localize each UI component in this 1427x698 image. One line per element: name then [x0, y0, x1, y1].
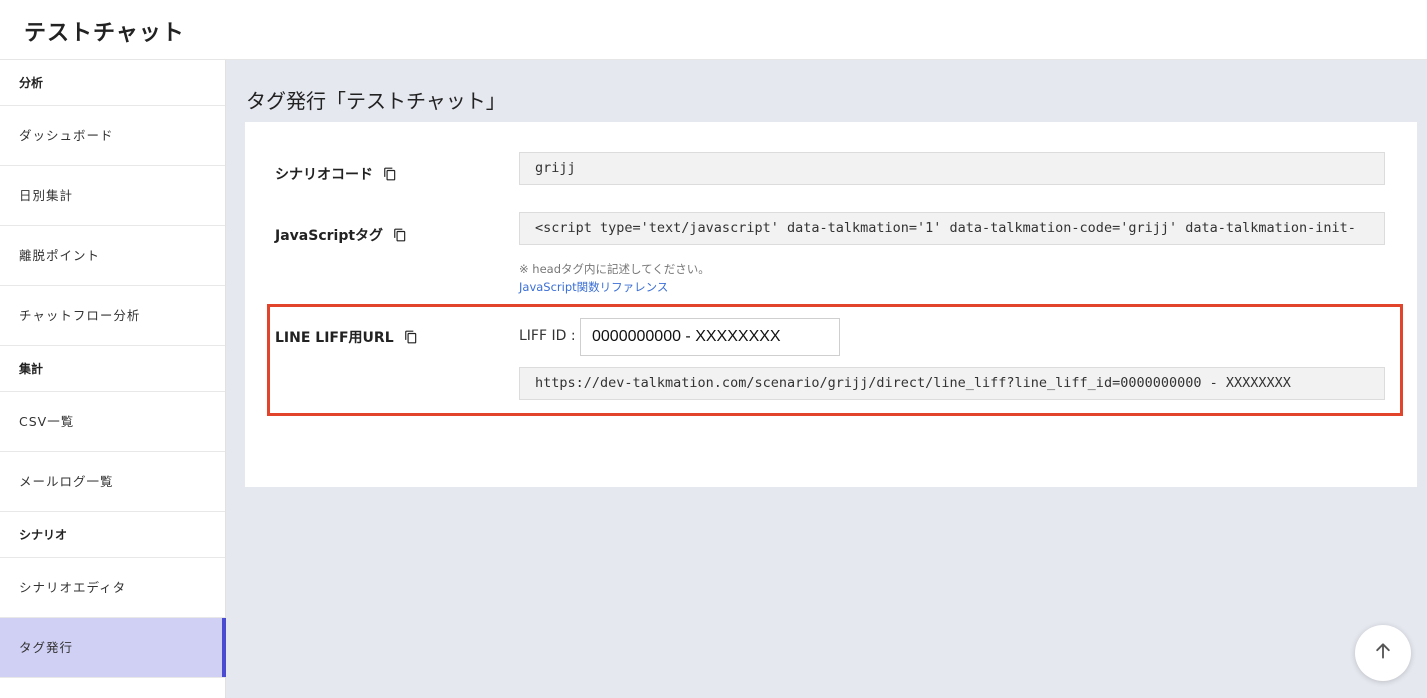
scenario-code-label: シナリオコード [275, 167, 373, 183]
copy-icon[interactable] [393, 228, 407, 242]
sidebar-item-mail-log-list[interactable]: メールログ一覧 [0, 452, 225, 512]
page-title: タグ発行「テストチャット」 [246, 89, 506, 113]
sidebar-section-aggregation: 集計 [0, 346, 225, 392]
scroll-to-top-button[interactable] [1355, 625, 1411, 681]
js-tag-field[interactable]: <script type='text/javascript' data-talk… [519, 212, 1385, 245]
js-tag-label: JavaScriptタグ [275, 228, 384, 244]
arrow-up-icon [1373, 641, 1393, 665]
scenario-code-row-label: シナリオコード [275, 164, 397, 184]
sidebar-section-analysis: 分析 [0, 60, 225, 106]
sidebar-item-dashboard[interactable]: ダッシュボード [0, 106, 225, 166]
sidebar-item-daily-summary[interactable]: 日別集計 [0, 166, 225, 226]
top-bar: テストチャット [0, 0, 1427, 60]
sidebar-section-scenario: シナリオ [0, 512, 225, 558]
app-title: テストチャット [24, 21, 185, 46]
sidebar: 分析 ダッシュボード 日別集計 離脱ポイント チャットフロー分析 集計 CSV一… [0, 60, 226, 698]
sidebar-item-chat-flow-analysis[interactable]: チャットフロー分析 [0, 286, 225, 346]
js-tag-row-label: JavaScriptタグ [275, 225, 407, 245]
sidebar-item-csv-list[interactable]: CSV一覧 [0, 392, 225, 452]
sidebar-item-scenario-editor[interactable]: シナリオエディタ [0, 558, 225, 618]
js-reference-link[interactable]: JavaScript関数リファレンス [519, 279, 668, 295]
copy-icon[interactable] [383, 167, 397, 181]
scenario-code-field[interactable]: grijj [519, 152, 1385, 185]
sidebar-item-tag-issue[interactable]: タグ発行 [0, 618, 226, 678]
sidebar-item-drop-off-points[interactable]: 離脱ポイント [0, 226, 225, 286]
js-tag-note: ※ headタグ内に記述してください。 [519, 262, 710, 276]
liff-highlight-box [267, 304, 1403, 416]
